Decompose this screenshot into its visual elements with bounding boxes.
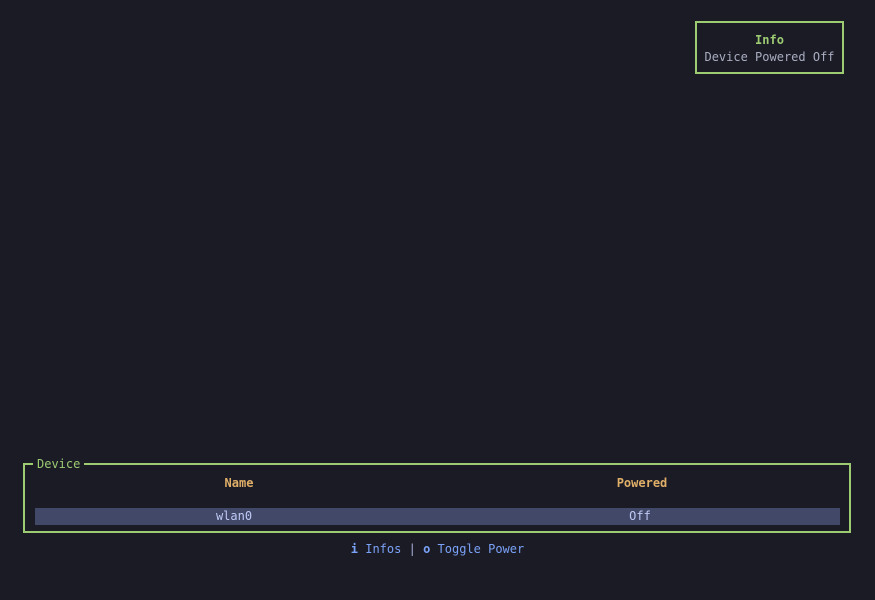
help-key-toggle-power[interactable]: o	[423, 542, 430, 556]
help-label-toggle-power: Toggle Power	[437, 542, 525, 556]
info-popup-message: Device Powered Off	[704, 50, 835, 64]
info-popup-title: Info	[755, 33, 784, 47]
help-label-infos: Infos	[365, 542, 402, 556]
device-powered-cell: Off	[629, 509, 651, 523]
device-name-cell: wlan0	[215, 509, 253, 523]
column-header-powered: Powered	[616, 476, 668, 490]
help-key-infos[interactable]: i	[351, 542, 358, 556]
help-separator: |	[408, 542, 416, 556]
column-header-name: Name	[224, 476, 254, 490]
help-bar: i Infos | o Toggle Power	[0, 542, 875, 556]
device-panel-title: Device	[33, 457, 85, 471]
device-row-selected[interactable]: wlan0 Off	[35, 508, 840, 525]
device-panel: Device Name Powered wlan0 Off	[23, 457, 851, 533]
info-popup: Info Device Powered Off	[695, 21, 844, 74]
